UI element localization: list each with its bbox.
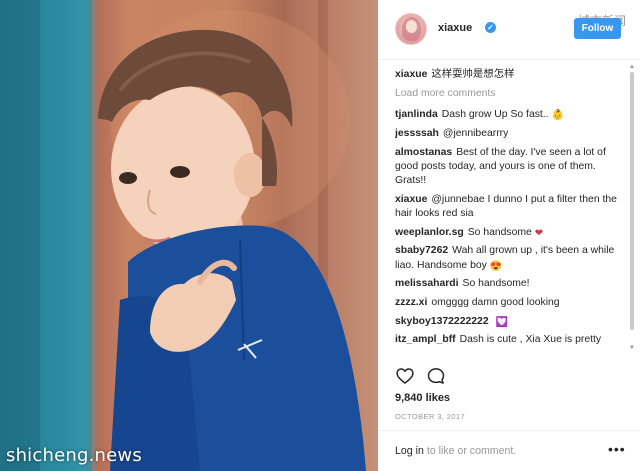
comment-text: So handsome! bbox=[462, 278, 530, 290]
avatar[interactable] bbox=[395, 13, 427, 45]
post-side-panel: xiaxue ✓ 城市新闻 Follow xiaxue 这样耍帅是想怎样 Load… bbox=[378, 0, 640, 471]
watermark-text: shicheng.news bbox=[6, 445, 142, 466]
post-caption: xiaxue 这样耍帅是想怎样 bbox=[395, 68, 620, 82]
post-header: xiaxue ✓ 城市新闻 Follow bbox=[378, 0, 640, 60]
caption-text: 这样耍帅是想怎样 bbox=[431, 69, 515, 80]
comment-item: melissahardi So handsome! bbox=[395, 277, 620, 291]
comment-username[interactable]: almostanas bbox=[395, 147, 452, 158]
post-footer: Log in to like or comment. ••• bbox=[378, 430, 640, 471]
verified-badge-icon: ✓ bbox=[485, 22, 496, 33]
baby-face-emoji-icon: 👶 bbox=[551, 110, 564, 122]
comment-text: Dash is cute , Xia Xue is pretty bbox=[459, 334, 602, 346]
comment-item: jessssah @jennibearrry bbox=[395, 127, 620, 141]
more-options-icon[interactable]: ••• bbox=[608, 441, 626, 457]
heart-eyes-emoji-icon: ❤ bbox=[534, 227, 544, 239]
comment-item: itz_ampl_bff Dash is cute , Xia Xue is pr… bbox=[395, 333, 620, 347]
comment-item: zzzz.xi omgggg damn good looking bbox=[395, 296, 620, 310]
comment-username[interactable]: itz_ampl_bff bbox=[395, 334, 456, 345]
comment-item: tjanlinda Dash grow Up So fast.. 👶 bbox=[395, 108, 620, 122]
login-prompt: Log in to like or comment. bbox=[395, 445, 516, 457]
comments-list: xiaxue 这样耍帅是想怎样 Load more comments tjanli… bbox=[395, 68, 620, 358]
comment-username[interactable]: zzzz.xi bbox=[395, 297, 427, 308]
heart-outline-icon[interactable] bbox=[395, 366, 415, 386]
scroll-down-arrow-icon[interactable]: ▼ bbox=[629, 345, 635, 351]
scrollbar-thumb[interactable] bbox=[630, 72, 634, 330]
comment-item: weeplanlor.sg So handsome ❤ bbox=[395, 226, 620, 240]
likes-count[interactable]: 9,840 likes bbox=[395, 392, 450, 404]
login-prompt-text: to like or comment. bbox=[423, 445, 517, 457]
comment-item: xiaxue @junnebae I dunno I put a filter t… bbox=[395, 193, 620, 221]
comment-item: skyboy1372222222 💟 bbox=[395, 315, 620, 329]
photo-illustration bbox=[0, 0, 378, 471]
comment-username[interactable]: jessssah bbox=[395, 128, 439, 139]
caption-username[interactable]: xiaxue bbox=[395, 69, 427, 80]
post-actions bbox=[395, 366, 455, 386]
comment-username[interactable]: sbaby7262 bbox=[395, 245, 448, 256]
comment-text[interactable]: @jennibearrry bbox=[443, 128, 508, 139]
comment-text: Dash grow Up So fast.. bbox=[441, 109, 549, 121]
login-link[interactable]: Log in bbox=[395, 445, 424, 457]
scroll-up-arrow-icon[interactable]: ▲ bbox=[629, 64, 635, 70]
comment-text: omgggg damn good looking bbox=[431, 296, 560, 308]
comment-item: sbaby7262 Wah all grown up , it's been a … bbox=[395, 244, 620, 272]
comment-username[interactable]: xiaxue bbox=[395, 194, 427, 205]
speech-bubble-icon[interactable] bbox=[426, 366, 446, 386]
comment-text: @junnebae I dunno I put a filter then th… bbox=[395, 193, 617, 219]
header-username[interactable]: xiaxue bbox=[438, 22, 472, 34]
comment-username[interactable]: tjanlinda bbox=[395, 109, 438, 120]
post-date[interactable]: OCTOBER 3, 2017 bbox=[395, 412, 465, 421]
heart-eyes-emoji-icon: 😍 bbox=[489, 260, 503, 272]
post-photo: shicheng.news bbox=[0, 0, 378, 471]
comment-text: So handsome bbox=[467, 226, 532, 238]
comment-username[interactable]: melissahardi bbox=[395, 278, 459, 289]
load-more-comments-link[interactable]: Load more comments bbox=[395, 88, 620, 99]
follow-button[interactable]: Follow bbox=[574, 18, 621, 39]
comment-username[interactable]: weeplanlor.sg bbox=[395, 227, 464, 238]
heart-box-emoji-icon: 💟 bbox=[495, 316, 508, 328]
comment-username[interactable]: skyboy1372222222 bbox=[395, 316, 489, 327]
comments-scrollbar[interactable]: ▲ ▼ bbox=[629, 64, 635, 356]
comment-item: almostanas Best of the day. I've seen a l… bbox=[395, 146, 620, 189]
